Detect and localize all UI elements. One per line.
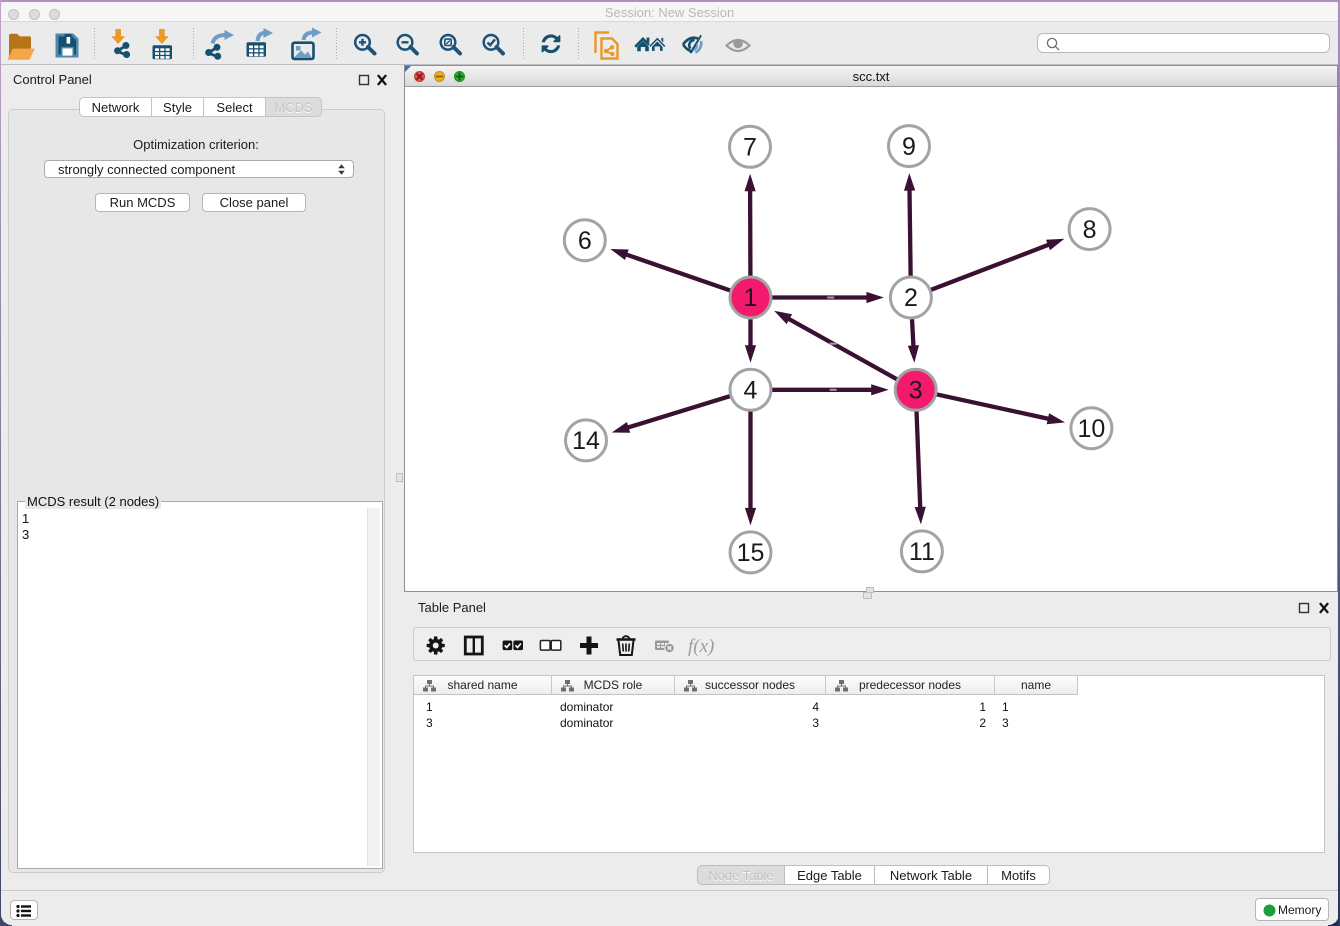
svg-text:2: 2 — [904, 284, 918, 312]
svg-text:f(x): f(x) — [688, 636, 714, 657]
svg-text:14: 14 — [572, 427, 600, 455]
svg-text:15: 15 — [737, 539, 765, 567]
svg-text:1: 1 — [744, 284, 758, 312]
svg-text:9: 9 — [902, 133, 916, 161]
svg-text:4: 4 — [744, 377, 758, 405]
svg-text:6: 6 — [578, 227, 592, 255]
svg-text:10: 10 — [1077, 415, 1105, 443]
svg-text:8: 8 — [1083, 216, 1097, 244]
svg-text:3: 3 — [909, 377, 923, 405]
svg-text:7: 7 — [743, 134, 757, 162]
svg-text:11: 11 — [909, 538, 935, 566]
